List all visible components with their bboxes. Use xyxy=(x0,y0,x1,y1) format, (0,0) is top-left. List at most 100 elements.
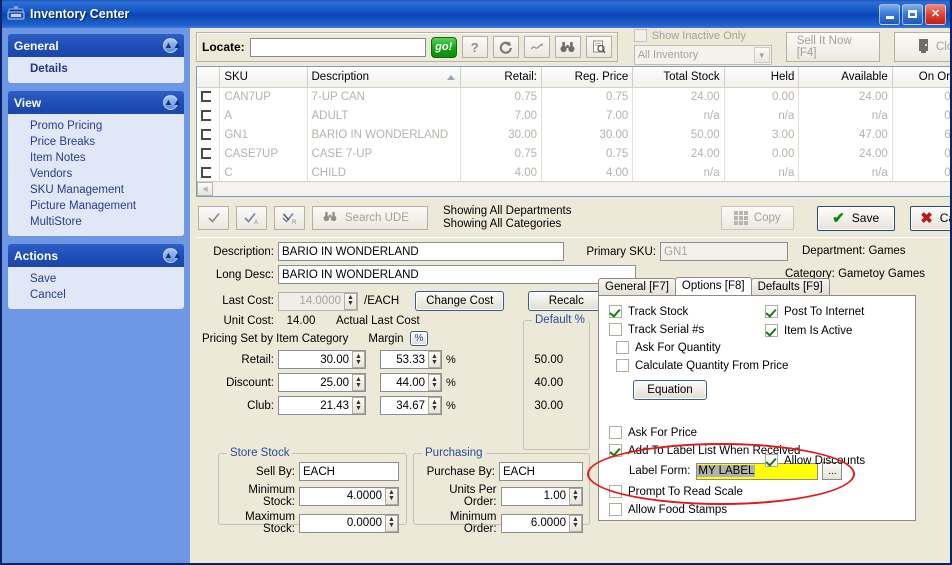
ask-for-quantity-row[interactable]: Ask For Quantity xyxy=(616,341,905,354)
inventory-filter-select[interactable]: All Inventory ▼ xyxy=(633,45,772,65)
prompt-to-read-scale-row[interactable]: Prompt To Read Scale xyxy=(609,485,905,498)
post-to-internet-checkbox[interactable] xyxy=(765,305,778,318)
check-all-icon[interactable]: A xyxy=(236,206,267,230)
discount-price-stepper[interactable]: 25.00 ▲ ▼ xyxy=(278,373,366,392)
item-is-active-row[interactable]: Item Is Active xyxy=(765,324,852,337)
track-serial-checkbox[interactable] xyxy=(609,323,622,336)
th-sku[interactable]: SKU xyxy=(219,67,308,88)
row-checkbox[interactable] xyxy=(197,87,221,106)
allow-discounts-row[interactable]: Allow Discounts xyxy=(765,454,865,467)
th-on-order[interactable]: On Order xyxy=(892,67,950,88)
allow-food-stamps-checkbox[interactable] xyxy=(609,503,622,516)
sidebar-panel-general-header[interactable]: General ▲▲ xyxy=(8,34,184,57)
sidebar-item-sku-management[interactable]: SKU Management xyxy=(8,182,184,198)
table-row[interactable]: CASE7UP CASE 7-UP 0.75 0.75 24.00 0.00 2… xyxy=(197,144,950,163)
tab-defaults[interactable]: Defaults [F9] xyxy=(750,278,830,295)
maximum-stock-stepper[interactable]: 0.0000 ▲ ▼ xyxy=(299,513,399,533)
binoculars-icon[interactable] xyxy=(554,36,581,58)
club-margin-stepper[interactable]: 34.67 ▲ ▼ xyxy=(380,396,442,415)
sidebar-item-promo-pricing[interactable]: Promo Pricing xyxy=(8,118,184,134)
scroll-left-icon[interactable]: ◀ xyxy=(197,182,213,196)
help-icon[interactable]: ? xyxy=(461,36,488,58)
horizontal-scroll-track[interactable] xyxy=(213,182,950,196)
recalc-button[interactable]: Recalc xyxy=(528,291,605,311)
row-checkbox[interactable] xyxy=(197,125,221,144)
close-button[interactable]: Close xyxy=(893,32,950,62)
locate-input[interactable] xyxy=(249,37,426,57)
th-retail[interactable]: Retail: xyxy=(460,67,543,88)
th-held[interactable]: Held xyxy=(724,67,800,88)
purchase-by-input[interactable] xyxy=(499,462,583,481)
table-row[interactable]: C CHILD 4.00 4.00 n/a n/a n/a 0.00 xyxy=(197,163,950,182)
sidebar-item-item-notes[interactable]: Item Notes xyxy=(8,150,184,166)
sidebar-item-save[interactable]: Save xyxy=(8,271,184,287)
stepper-arrows-icon[interactable]: ▲ ▼ xyxy=(352,374,365,391)
stepper-arrows-icon[interactable]: ▲ ▼ xyxy=(344,292,357,310)
tab-options[interactable]: Options [F8] xyxy=(674,277,752,295)
add-to-label-list-checkbox[interactable] xyxy=(609,444,622,457)
stepper-arrows-icon[interactable]: ▲ ▼ xyxy=(569,487,582,505)
row-checkbox[interactable] xyxy=(197,106,221,125)
stepper-arrows-icon[interactable]: ▲ ▼ xyxy=(385,514,398,532)
check-icon[interactable] xyxy=(198,206,229,230)
sell-by-input[interactable] xyxy=(299,462,399,481)
row-checkbox[interactable] xyxy=(197,144,221,163)
show-inactive-only-row[interactable]: Show Inactive Only xyxy=(633,29,772,42)
retail-margin-stepper[interactable]: 53.33 ▲ ▼ xyxy=(380,350,442,369)
sidebar-item-details[interactable]: Details xyxy=(8,61,184,77)
stepper-arrows-icon[interactable]: ▲ ▼ xyxy=(569,514,582,532)
chevron-up-icon[interactable]: ▲▲ xyxy=(163,38,182,53)
report-icon[interactable] xyxy=(585,36,612,58)
th-select-all[interactable] xyxy=(197,67,221,88)
equation-button[interactable]: Equation xyxy=(633,380,707,400)
maximize-button[interactable] xyxy=(902,3,923,25)
track-stock-checkbox[interactable] xyxy=(609,305,622,318)
table-row[interactable]: CAN7UP 7-UP CAN 0.75 0.75 24.00 0.00 24.… xyxy=(197,87,950,106)
undo-icon[interactable] xyxy=(523,36,550,58)
calculate-quantity-checkbox[interactable] xyxy=(616,359,629,372)
long-desc-input[interactable] xyxy=(278,265,636,284)
sell-it-now-button[interactable]: Sell It Now [F4] xyxy=(785,32,880,62)
change-cost-button[interactable]: Change Cost xyxy=(415,291,505,311)
prompt-to-read-scale-checkbox[interactable] xyxy=(609,485,622,498)
stepper-arrows-icon[interactable]: ▲ ▼ xyxy=(428,374,441,391)
allow-discounts-checkbox[interactable] xyxy=(765,454,778,467)
sidebar-panel-view-header[interactable]: View ▲▲ xyxy=(8,91,184,114)
minimum-order-stepper[interactable]: 6.0000 ▲ ▼ xyxy=(500,513,583,533)
ask-for-quantity-checkbox[interactable] xyxy=(616,341,629,354)
table-row[interactable]: A ADULT 7.00 7.00 n/a n/a n/a 0.00 xyxy=(197,106,950,125)
track-serial-row[interactable]: Track Serial #s xyxy=(609,323,905,336)
sidebar-item-multistore[interactable]: MultiStore xyxy=(8,214,184,230)
discount-margin-stepper[interactable]: 44.00 ▲ ▼ xyxy=(380,373,442,392)
stepper-arrows-icon[interactable]: ▲ ▼ xyxy=(428,351,441,368)
ask-for-price-checkbox[interactable] xyxy=(609,426,622,439)
stepper-arrows-icon[interactable]: ▲ ▼ xyxy=(428,397,441,414)
club-price-stepper[interactable]: 21.43 ▲ ▼ xyxy=(278,396,366,415)
sidebar-item-picture-management[interactable]: Picture Management xyxy=(8,198,184,214)
chevron-up-icon[interactable]: ▲▲ xyxy=(163,248,182,263)
go-button[interactable]: go! xyxy=(430,36,457,58)
stepper-arrows-icon[interactable]: ▲ ▼ xyxy=(352,351,365,368)
th-total-stock[interactable]: Total Stock xyxy=(632,67,725,88)
stepper-arrows-icon[interactable]: ▲ ▼ xyxy=(385,487,398,505)
description-input[interactable] xyxy=(278,242,564,261)
uncheck-all-icon[interactable]: R xyxy=(274,206,305,230)
grid-horizontal-scrollbar[interactable]: ◀ ▶ xyxy=(197,181,950,196)
ask-for-price-row[interactable]: Ask For Price xyxy=(609,426,905,439)
post-to-internet-row[interactable]: Post To Internet xyxy=(765,305,864,318)
tab-general[interactable]: General [F7] xyxy=(598,278,676,295)
th-available[interactable]: Available xyxy=(798,67,893,88)
retail-price-stepper[interactable]: 30.00 ▲ ▼ xyxy=(278,350,366,369)
save-button[interactable]: ✔ Save xyxy=(816,205,895,231)
sidebar-item-price-breaks[interactable]: Price Breaks xyxy=(8,134,184,150)
minimum-stock-stepper[interactable]: 4.0000 ▲ ▼ xyxy=(299,486,399,506)
margin-percent-toggle-button[interactable]: % xyxy=(409,331,429,346)
copy-button[interactable]: Copy xyxy=(720,206,794,230)
cancel-button[interactable]: ✖ Cancel xyxy=(909,205,950,231)
units-per-order-stepper[interactable]: 1.00 ▲ ▼ xyxy=(500,486,583,506)
item-is-active-checkbox[interactable] xyxy=(765,324,778,337)
th-description[interactable]: Description xyxy=(307,67,462,88)
close-window-button[interactable]: ✕ xyxy=(925,3,946,25)
table-row[interactable]: GN1 BARIO IN WONDERLAND 30.00 30.00 50.0… xyxy=(197,125,950,144)
chevron-down-icon[interactable]: ▼ xyxy=(753,47,770,63)
